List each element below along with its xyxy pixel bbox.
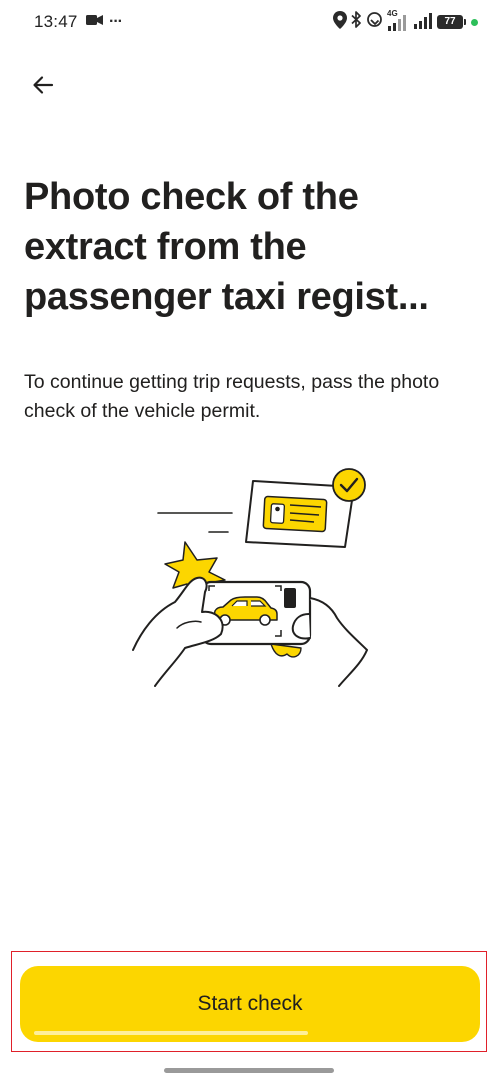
more-indicator: ··· bbox=[109, 13, 123, 30]
page-title: Photo check of the extract from the pass… bbox=[24, 176, 429, 318]
signal-icon bbox=[413, 11, 433, 34]
back-button[interactable] bbox=[22, 66, 64, 108]
signal-icon: 4G bbox=[387, 9, 409, 32]
battery-icon: 77 bbox=[437, 15, 466, 29]
page-description: To continue getting trip requests, pass … bbox=[24, 371, 440, 422]
status-right-icons: 4G 77 bbox=[333, 9, 478, 34]
button-progress-bar bbox=[34, 1031, 308, 1035]
home-indicator[interactable] bbox=[164, 1068, 334, 1073]
video-camera-icon bbox=[86, 13, 103, 31]
hands-holding-phone-photographing-car-document-icon bbox=[125, 460, 375, 700]
arrow-left-icon bbox=[32, 75, 54, 100]
battery-level: 77 bbox=[444, 16, 456, 27]
start-check-label: Start check bbox=[197, 992, 303, 1015]
bluetooth-icon bbox=[351, 11, 362, 33]
location-icon bbox=[333, 10, 347, 34]
privacy-indicator-dot bbox=[471, 18, 478, 26]
status-left-icons: ··· bbox=[86, 12, 123, 32]
link-icon bbox=[366, 11, 383, 33]
status-bar: 13:47 ··· 4G 77 bbox=[0, 0, 498, 44]
status-time: 13:47 bbox=[34, 12, 78, 31]
